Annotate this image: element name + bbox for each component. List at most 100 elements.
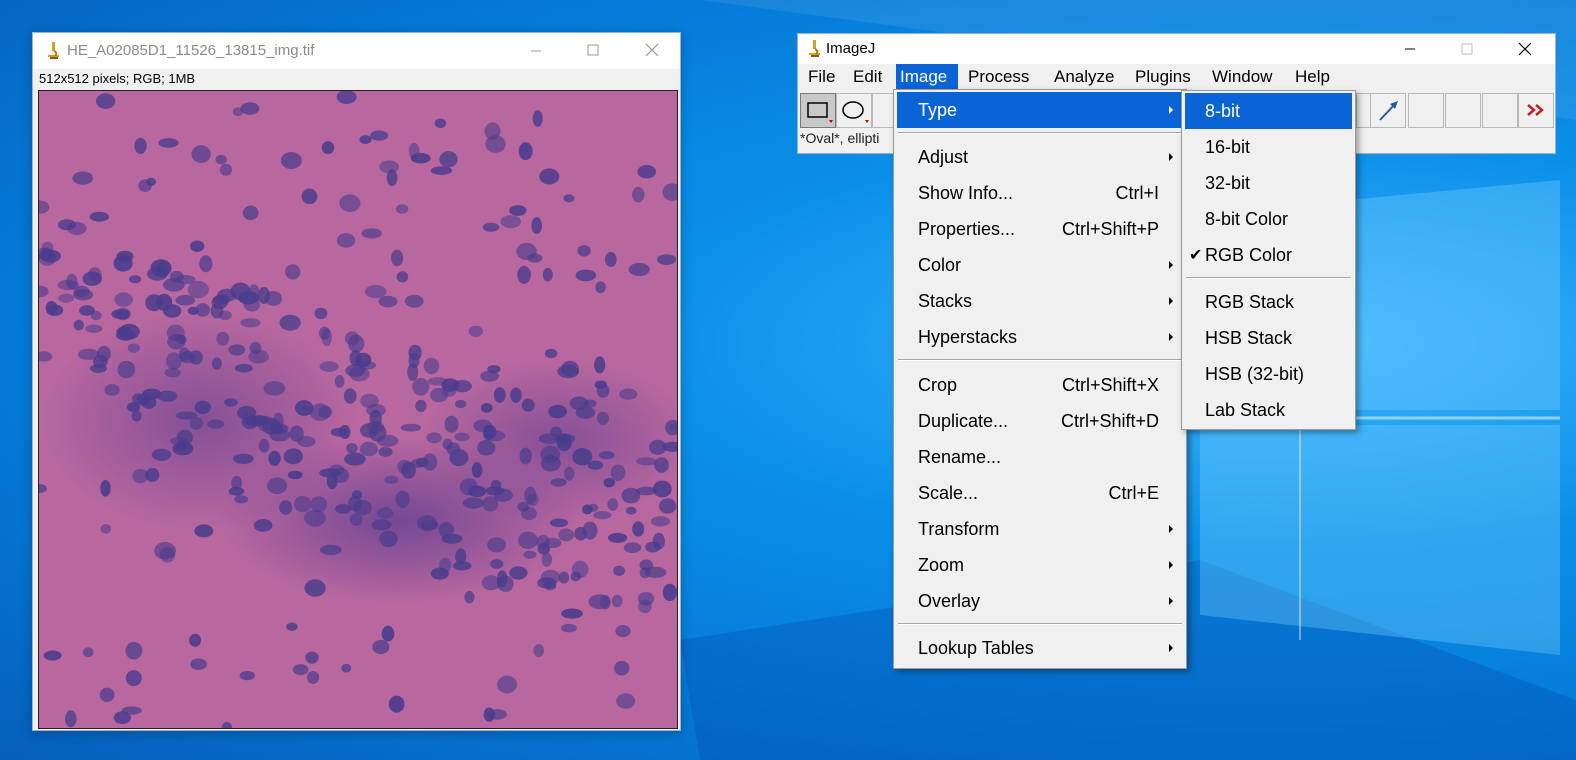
menu-item-shortcut: Ctrl+Shift+X xyxy=(1061,375,1159,395)
submenu-arrow-icon xyxy=(1169,153,1173,161)
menu-plugins[interactable]: Plugins xyxy=(1131,64,1195,90)
maximize-icon xyxy=(1461,43,1473,55)
menu-item-shortcut: Ctrl+Shift+D xyxy=(1060,411,1159,431)
menu-window[interactable]: Window xyxy=(1208,64,1276,90)
menu-item-crop[interactable]: Crop Ctrl+Shift+X xyxy=(897,367,1183,403)
menu-item-type[interactable]: Type xyxy=(897,92,1183,128)
submenu-item-label: 16-bit xyxy=(1205,137,1251,157)
rectangle-tool-icon xyxy=(807,102,833,123)
menu-analyze[interactable]: Analyze xyxy=(1050,64,1118,90)
type-submenu: 8-bit 16-bit 32-bit 8-bit Color ✔ RGB Co… xyxy=(1181,90,1356,430)
menu-separator xyxy=(898,623,1182,625)
submenu-item-label: RGB Color xyxy=(1205,245,1293,265)
empty-tool-slot-3[interactable] xyxy=(1482,93,1518,128)
polygon-tool-button[interactable] xyxy=(872,93,894,128)
menu-item-label: Adjust xyxy=(918,147,969,167)
submenu-item-8-bit-color[interactable]: 8-bit Color xyxy=(1185,201,1352,237)
menu-item-rename[interactable]: Rename... xyxy=(897,439,1183,475)
menu-item-label: Overlay xyxy=(918,591,981,611)
menu-item-label: Transform xyxy=(918,519,1000,539)
menu-item-label: Stacks xyxy=(918,291,973,311)
submenu-item-lab-stack[interactable]: Lab Stack xyxy=(1185,392,1352,428)
image-window-titlebar[interactable]: HE_A02085D1_11526_13815_img.tif xyxy=(33,33,680,69)
minimize-icon xyxy=(531,50,541,52)
menu-item-overlay[interactable]: Overlay xyxy=(897,583,1183,619)
imagej-microscope-icon xyxy=(48,42,59,59)
submenu-item-32-bit[interactable]: 32-bit xyxy=(1185,165,1352,201)
arrow-tool-icon xyxy=(1379,101,1398,121)
menu-item-show-info[interactable]: Show Info... Ctrl+I xyxy=(897,175,1183,211)
menu-item-scale[interactable]: Scale... Ctrl+E xyxy=(897,475,1183,511)
submenu-arrow-icon xyxy=(1169,297,1173,305)
oval-tool-icon xyxy=(842,101,869,123)
menu-item-properties[interactable]: Properties... Ctrl+Shift+P xyxy=(897,211,1183,247)
menu-item-label: Color xyxy=(918,255,962,275)
submenu-item-rgb-stack[interactable]: RGB Stack xyxy=(1185,284,1352,320)
submenu-arrow-icon xyxy=(1169,561,1173,569)
minimize-button[interactable] xyxy=(513,33,559,69)
submenu-item-hsb-stack[interactable]: HSB Stack xyxy=(1185,320,1352,356)
minimize-icon xyxy=(1405,48,1415,50)
close-icon xyxy=(645,43,659,57)
imagej-close-button[interactable] xyxy=(1502,34,1548,64)
imagej-menubar: File Edit Image Process Analyze Plugins … xyxy=(798,64,1555,90)
submenu-item-label: HSB (32-bit) xyxy=(1205,364,1305,384)
imagej-status-bar: *Oval*, ellipti xyxy=(800,130,880,146)
menu-item-adjust[interactable]: Adjust xyxy=(897,139,1183,175)
imagej-title: ImageJ xyxy=(826,40,876,57)
menu-process[interactable]: Process xyxy=(964,64,1033,90)
submenu-arrow-icon xyxy=(1169,106,1173,114)
submenu-item-hsb-32-bit[interactable]: HSB (32-bit) xyxy=(1185,356,1352,392)
menu-item-zoom[interactable]: Zoom xyxy=(897,547,1183,583)
menu-item-transform[interactable]: Transform xyxy=(897,511,1183,547)
submenu-item-label: HSB Stack xyxy=(1205,328,1293,348)
tissue-image xyxy=(39,91,677,728)
menu-item-color[interactable]: Color xyxy=(897,247,1183,283)
image-info-text: 512x512 pixels; RGB; 1MB xyxy=(39,71,196,86)
imagej-minimize-button[interactable] xyxy=(1387,34,1433,64)
menu-item-label: Scale... xyxy=(918,483,979,503)
empty-tool-slot-1[interactable] xyxy=(1408,93,1444,128)
close-button[interactable] xyxy=(629,33,675,69)
menu-item-label: Type xyxy=(918,100,958,120)
menu-edit[interactable]: Edit xyxy=(849,64,886,90)
image-canvas[interactable] xyxy=(38,90,678,729)
menu-item-lookup-tables[interactable]: Lookup Tables xyxy=(897,630,1183,666)
submenu-item-label: 32-bit xyxy=(1205,173,1251,193)
menu-item-label: Rename... xyxy=(918,447,1002,467)
menu-help[interactable]: Help xyxy=(1291,64,1334,90)
menu-item-label: Properties... xyxy=(918,219,1016,239)
menu-item-duplicate[interactable]: Duplicate... Ctrl+Shift+D xyxy=(897,403,1183,439)
imagej-microscope-icon xyxy=(809,40,820,57)
menu-file[interactable]: File xyxy=(804,64,839,90)
submenu-item-16-bit[interactable]: 16-bit xyxy=(1185,129,1352,165)
menu-item-shortcut: Ctrl+Shift+P xyxy=(1061,219,1159,239)
empty-tool-slot-2[interactable] xyxy=(1445,93,1481,128)
menu-item-hyperstacks[interactable]: Hyperstacks xyxy=(897,319,1183,355)
imagej-maximize-button[interactable] xyxy=(1444,34,1490,64)
menu-item-shortcut: Ctrl+E xyxy=(1108,483,1159,503)
rectangle-tool-button[interactable] xyxy=(800,93,836,128)
submenu-item-rgb-color[interactable]: ✔ RGB Color xyxy=(1185,237,1352,273)
menu-item-shortcut: Ctrl+I xyxy=(1115,183,1159,203)
more-tools-button[interactable] xyxy=(1518,93,1554,128)
menu-item-label: Duplicate... xyxy=(918,411,1009,431)
oval-tool-button[interactable] xyxy=(836,93,872,128)
maximize-icon xyxy=(587,44,599,56)
maximize-button[interactable] xyxy=(570,33,616,69)
submenu-item-label: Lab Stack xyxy=(1205,400,1286,420)
menu-separator xyxy=(898,132,1182,134)
submenu-item-8-bit[interactable]: 8-bit xyxy=(1185,93,1352,129)
submenu-arrow-icon xyxy=(1169,333,1173,341)
submenu-item-label: 8-bit Color xyxy=(1205,209,1289,229)
menu-item-label: Crop xyxy=(918,375,958,395)
arrow-tool-button[interactable] xyxy=(1370,93,1406,128)
menu-image[interactable]: Image xyxy=(896,64,958,90)
menu-item-stacks[interactable]: Stacks xyxy=(897,283,1183,319)
submenu-arrow-icon xyxy=(1169,644,1173,652)
submenu-item-label: 8-bit xyxy=(1205,101,1241,121)
submenu-item-label: RGB Stack xyxy=(1205,292,1295,312)
close-icon xyxy=(1518,42,1532,56)
menu-item-label: Show Info... xyxy=(918,183,1014,203)
imagej-titlebar[interactable]: ImageJ xyxy=(798,34,1555,64)
